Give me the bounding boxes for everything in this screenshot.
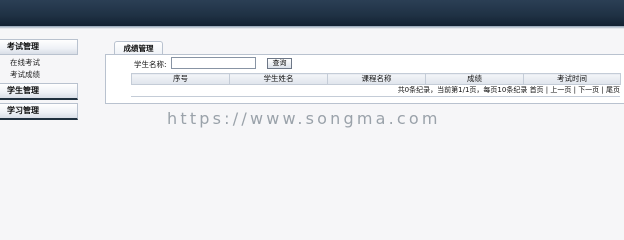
pager-summary: 共0条纪录，当前第1/1页，每页10条纪录 — [397, 86, 528, 94]
sidebar-header-student-management[interactable]: 学生管理 — [0, 83, 78, 100]
pager-last-link[interactable]: 尾页 — [606, 86, 620, 94]
sidebar-item-exam-scores[interactable]: 考试成绩 — [0, 69, 78, 81]
column-header-score: 成绩 — [425, 73, 524, 85]
search-button[interactable]: 查询 — [267, 58, 292, 69]
search-label: 学生名称: — [134, 60, 167, 69]
sidebar-item-online-exam[interactable]: 在线考试 — [0, 57, 78, 69]
pagination: 共0条纪录，当前第1/1页，每页10条纪录 首页 | 上一页 | 下一页 | 尾… — [131, 85, 620, 97]
score-table: 序号 学生姓名 课程名称 成绩 考试时间 — [131, 73, 621, 85]
column-header-index: 序号 — [131, 73, 230, 85]
pager-first-link[interactable]: 首页 — [530, 86, 544, 94]
sidebar-header-study-management[interactable]: 学习管理 — [0, 103, 78, 120]
column-header-exam-time: 考试时间 — [523, 73, 621, 85]
student-name-input[interactable] — [171, 57, 256, 69]
tab-score-management[interactable]: 成绩管理 — [114, 41, 163, 55]
score-panel: 学生名称: 查询 序号 学生姓名 课程名称 成绩 考试时间 共0条纪录，当前第1… — [105, 54, 624, 104]
banner-shadow — [0, 26, 624, 29]
top-banner — [0, 0, 624, 26]
table-header-row: 序号 学生姓名 课程名称 成绩 考试时间 — [131, 73, 621, 85]
pager-separator: | — [599, 86, 606, 94]
sidebar-submenu-exam: 在线考试 考试成绩 — [0, 55, 78, 83]
column-header-student-name: 学生姓名 — [229, 73, 328, 85]
column-header-course-name: 课程名称 — [327, 73, 426, 85]
sidebar: 考试管理 在线考试 考试成绩 学生管理 学习管理 — [0, 39, 78, 120]
watermark-text: https://www.songma.com — [167, 109, 441, 128]
sidebar-header-exam-management[interactable]: 考试管理 — [0, 39, 78, 55]
pager-prev-link[interactable]: 上一页 — [550, 86, 571, 94]
pager-next-link[interactable]: 下一页 — [578, 86, 599, 94]
